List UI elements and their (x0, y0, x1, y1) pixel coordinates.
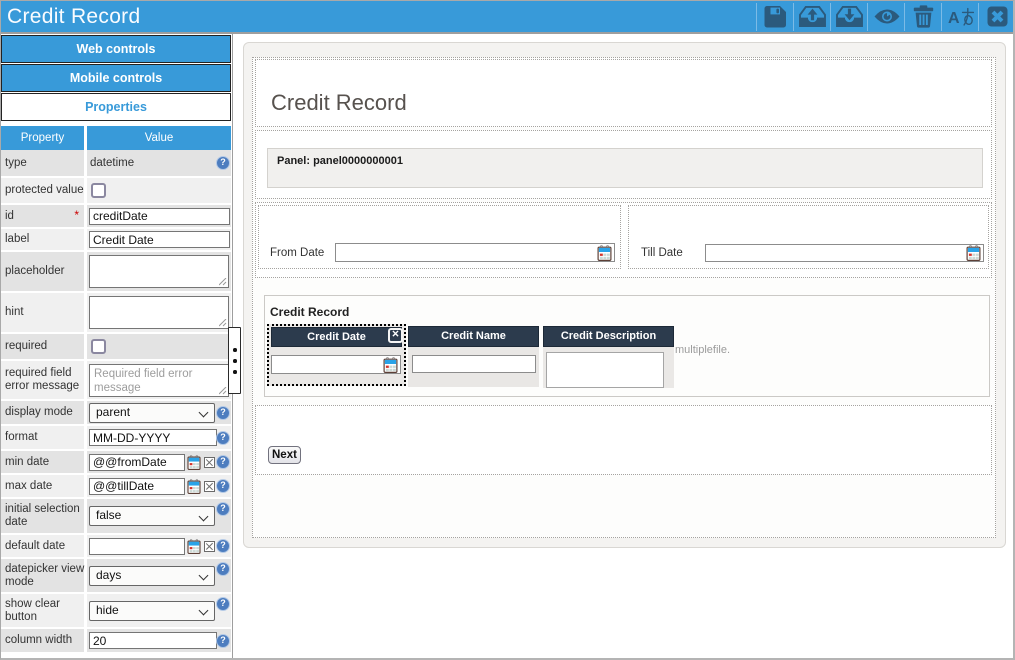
svg-text:A: A (948, 10, 960, 27)
